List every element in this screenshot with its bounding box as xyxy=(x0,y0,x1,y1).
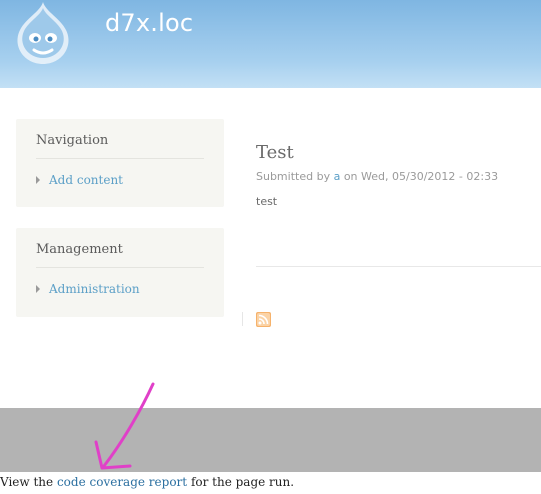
footer-region xyxy=(0,408,541,472)
coverage-prefix: View the xyxy=(0,475,57,489)
management-block-title: Management xyxy=(36,242,123,257)
management-block: Management Administration xyxy=(16,228,224,317)
bullet-arrow-icon xyxy=(36,285,40,293)
navigation-block-title: Navigation xyxy=(36,133,109,148)
sidebar-edge-line xyxy=(242,312,243,326)
site-name-link[interactable]: d7x.loc xyxy=(105,9,193,37)
submitted-date: on Wed, 05/30/2012 - 02:33 xyxy=(340,170,499,183)
node-body: test xyxy=(256,195,278,208)
administration-link[interactable]: Administration xyxy=(49,282,140,296)
code-coverage-report-link[interactable]: code coverage report xyxy=(57,475,187,489)
add-content-link[interactable]: Add content xyxy=(49,173,123,187)
coverage-message: View the code coverage report for the pa… xyxy=(0,475,294,489)
site-header: d7x.loc xyxy=(0,0,541,88)
submitted-info: Submitted by a on Wed, 05/30/2012 - 02:3… xyxy=(256,170,498,183)
bullet-arrow-icon xyxy=(36,176,40,184)
coverage-suffix: for the page run. xyxy=(187,475,295,489)
submitted-prefix: Submitted by xyxy=(256,170,334,183)
node-title-link[interactable]: Test xyxy=(256,142,294,163)
rss-feed-icon[interactable] xyxy=(256,312,271,327)
drupal-logo-icon[interactable] xyxy=(12,0,74,66)
navigation-block: Navigation Add content xyxy=(16,119,224,207)
annotation-arrow-icon xyxy=(94,382,155,470)
block-divider xyxy=(36,267,204,268)
block-divider xyxy=(36,158,204,159)
content-divider xyxy=(256,266,541,267)
